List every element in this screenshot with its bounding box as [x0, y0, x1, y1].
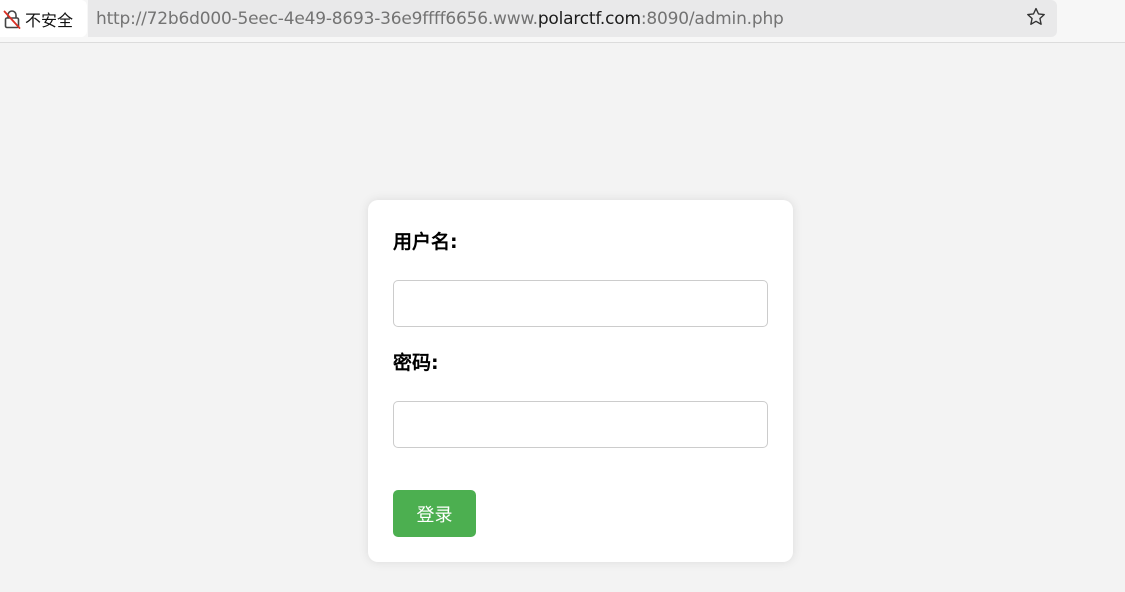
star-outline-icon: [1025, 6, 1047, 32]
login-button[interactable]: 登录: [393, 490, 476, 537]
login-card: 用户名: 密码: 登录: [368, 200, 793, 562]
security-status-text: 不安全: [25, 10, 74, 30]
username-input[interactable]: [393, 280, 768, 327]
username-label: 用户名:: [393, 231, 458, 253]
password-input[interactable]: [393, 401, 768, 448]
url-prefix: http://72b6d000-5eec-4e49-8693-36e9ffff6…: [96, 8, 538, 29]
site-security-indicator[interactable]: 不安全: [0, 0, 87, 37]
url-suffix: :8090/admin.php: [640, 8, 784, 29]
url-host: polarctf.com: [537, 8, 641, 29]
browser-address-bar: 不安全 http://72b6d000-5eec-4e49-8693-36e9f…: [0, 0, 1125, 43]
bookmark-star-button[interactable]: [1023, 6, 1049, 32]
url-field[interactable]: http://72b6d000-5eec-4e49-8693-36e9ffff6…: [88, 0, 1057, 37]
insecure-lock-icon: [3, 9, 21, 29]
password-label: 密码:: [393, 352, 439, 374]
